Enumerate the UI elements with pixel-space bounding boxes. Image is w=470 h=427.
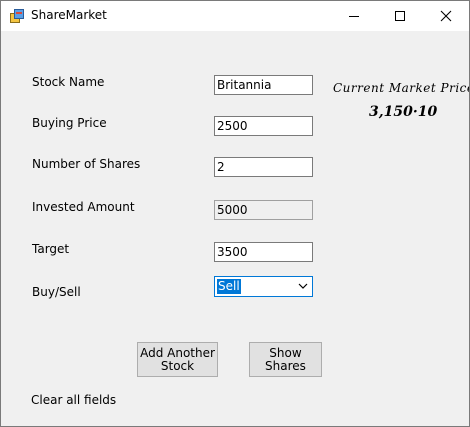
show-button-text: Show Shares (265, 345, 306, 373)
show-shares-button[interactable]: Show Shares (249, 342, 322, 377)
add-button-line2: Stock (160, 358, 195, 373)
stock-name-input[interactable] (214, 75, 313, 95)
title-bar[interactable]: ShareMarket (1, 1, 469, 31)
show-button-line1: Show (269, 345, 302, 360)
chevron-down-icon (298, 283, 308, 289)
window-title: ShareMarket (31, 8, 107, 22)
invested-amount-field (214, 200, 313, 220)
app-window-icon (10, 9, 24, 23)
stock-name-label: Stock Name (32, 75, 105, 89)
buy-sell-dropdown[interactable]: Sell (214, 276, 313, 297)
current-market-price-label: Current Market Price (333, 81, 470, 95)
number-of-shares-label: Number of Shares (32, 157, 141, 171)
buying-price-label: Buying Price (32, 116, 107, 130)
sharemarket-window: ShareMarket Stock Name Buying Price Numb… (0, 0, 470, 427)
buy-sell-label: Buy/Sell (32, 285, 81, 299)
clear-all-fields-link[interactable]: Clear all fields (31, 393, 116, 407)
add-another-stock-button[interactable]: Add Another Stock (137, 342, 218, 377)
minimize-icon (349, 16, 359, 17)
add-button-text: Add Another Stock (140, 345, 215, 373)
maximize-icon (395, 11, 405, 21)
close-icon (440, 10, 452, 22)
close-button[interactable] (423, 1, 469, 31)
maximize-button[interactable] (377, 1, 423, 31)
buy-sell-selected: Sell (217, 279, 241, 294)
current-market-price-value: 3,150·10 (369, 104, 438, 120)
add-button-line1: Add Another (140, 345, 215, 360)
number-of-shares-input[interactable] (214, 157, 313, 177)
buying-price-input[interactable] (214, 116, 313, 136)
target-label: Target (32, 242, 70, 256)
invested-amount-label: Invested Amount (32, 200, 135, 214)
target-input[interactable] (214, 242, 313, 262)
minimize-button[interactable] (331, 1, 377, 31)
show-button-line2: Shares (265, 358, 306, 373)
